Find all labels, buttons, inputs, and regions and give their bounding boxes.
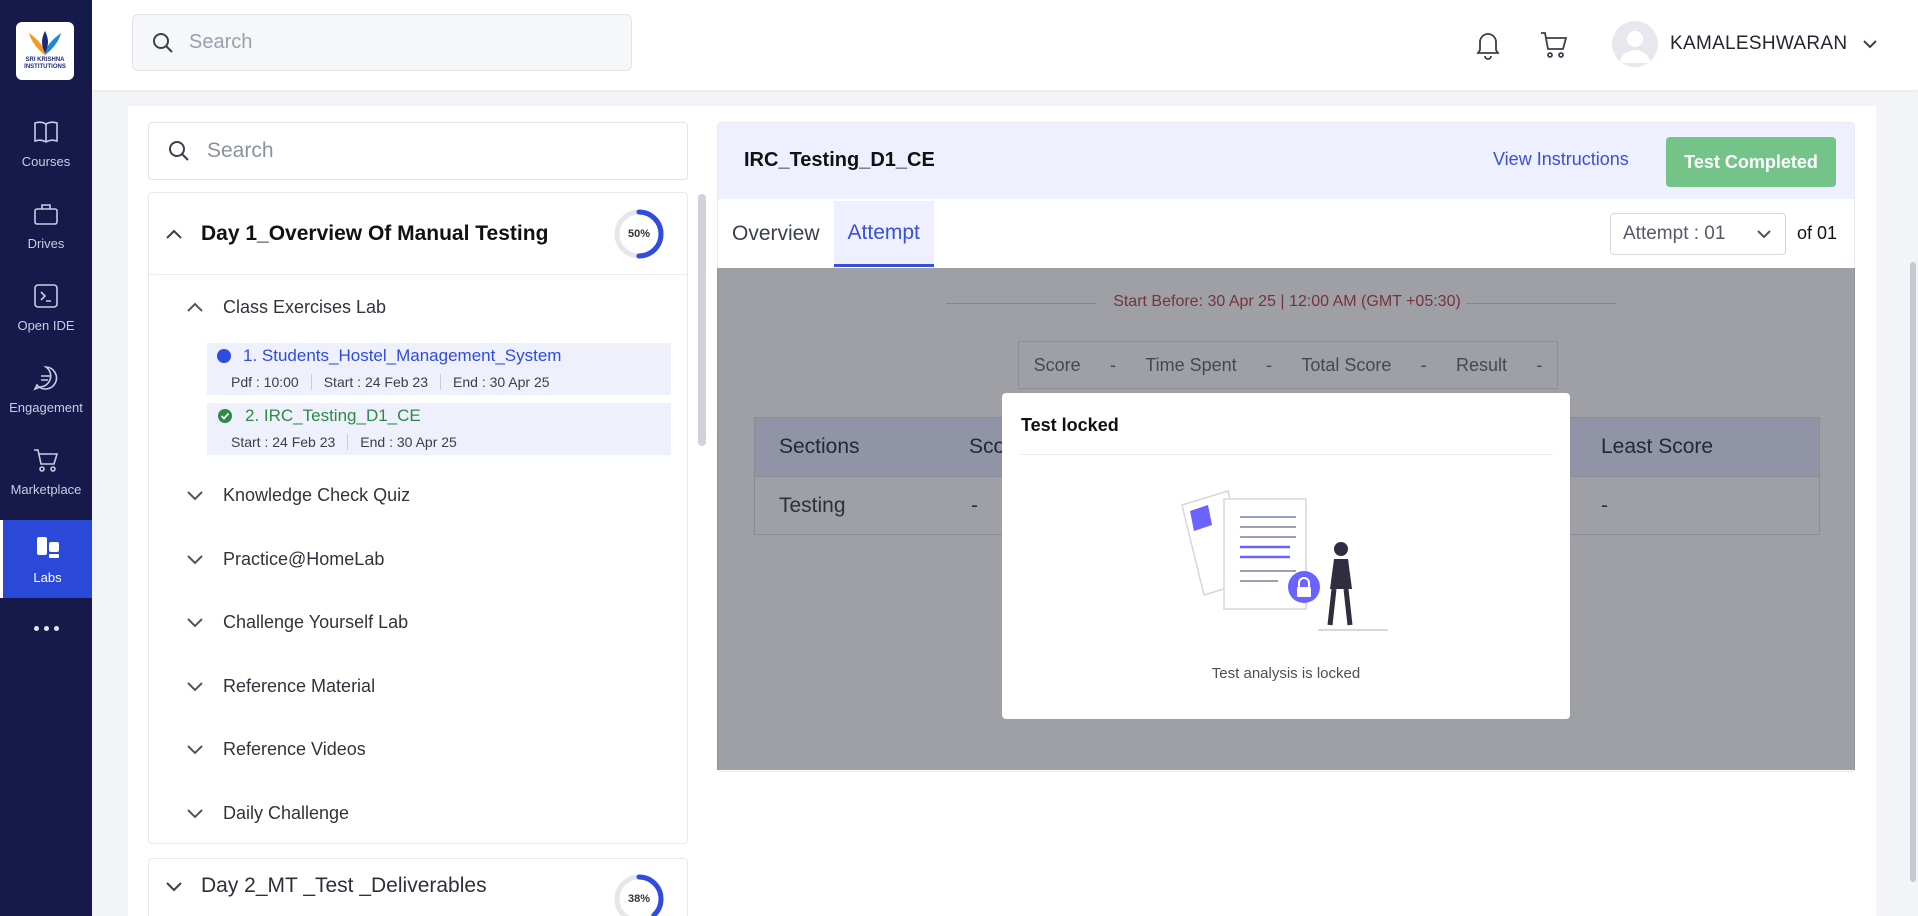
global-search <box>132 14 632 71</box>
lab-search-input[interactable] <box>207 139 647 163</box>
section-reference-videos[interactable]: Reference Videos <box>185 729 366 769</box>
user-name: KAMALESHWARAN <box>1670 33 1848 54</box>
view-instructions-link[interactable]: View Instructions <box>1493 149 1629 170</box>
day1-title: Day 1_Overview Of Manual Testing <box>201 221 549 245</box>
terminal-icon <box>34 283 58 308</box>
user-avatar-icon <box>1620 31 1650 63</box>
bell-icon <box>1476 33 1500 60</box>
nav-labs[interactable]: Labs <box>0 520 92 598</box>
check-circle-icon <box>218 409 232 423</box>
lab-search <box>148 122 688 180</box>
section-label: Class Exercises Lab <box>223 296 387 317</box>
sidebar: SRI KRISHNA INSTITUTIONS Courses Drives … <box>0 0 92 916</box>
day2-title: Day 2_MT _Test _Deliverables <box>201 874 487 897</box>
nav-label: Open IDE <box>17 317 75 333</box>
nav-marketplace[interactable]: Marketplace <box>0 432 92 510</box>
item-end: End : 30 Apr 25 <box>360 434 457 450</box>
status-dot-icon <box>217 349 231 363</box>
item-end: End : 30 Apr 25 <box>453 374 550 390</box>
nav-label: Labs <box>33 569 62 585</box>
nav-engagement[interactable]: Engagement <box>0 350 92 428</box>
search-icon <box>153 32 173 53</box>
user-menu[interactable]: KAMALESHWARAN <box>1612 18 1879 70</box>
modal-message: Test analysis is locked <box>1211 665 1361 682</box>
search-icon <box>169 141 189 161</box>
notifications-button[interactable] <box>1470 24 1506 64</box>
nav-label: Marketplace <box>10 481 82 497</box>
test-completed-button[interactable]: Test Completed <box>1666 137 1836 187</box>
list-item[interactable]: 2. IRC_Testing_D1_CE Start : 24 Feb 23 E… <box>207 403 671 455</box>
day1-progress-text: 50% <box>627 227 651 240</box>
tab-attempt[interactable]: Attempt <box>833 201 934 267</box>
section-daily-challenge[interactable]: Daily Challenge <box>185 793 349 833</box>
item-title: 2. IRC_Testing_D1_CE <box>245 406 421 425</box>
section-class-exercises[interactable]: Class Exercises Lab <box>185 287 386 327</box>
item-pdf: Pdf : 10:00 <box>231 374 299 390</box>
section-label: Daily Challenge <box>223 802 350 823</box>
attempt-of: of 01 <box>1797 223 1838 243</box>
section-label: Challenge Yourself Lab <box>223 611 409 632</box>
section-label: Knowledge Check Quiz <box>223 484 411 505</box>
left-scrollbar[interactable] <box>698 194 706 446</box>
day1-header[interactable]: Day 1_Overview Of Manual Testing 50% <box>149 193 687 275</box>
day1-panel: Day 1_Overview Of Manual Testing 50% Cla… <box>148 192 688 844</box>
nav-label: Engagement <box>9 399 83 415</box>
logo-mark-icon <box>29 31 61 55</box>
test-title: IRC_Testing_D1_CE <box>744 149 935 171</box>
nav-open-ide[interactable]: Open IDE <box>0 268 92 346</box>
logo[interactable]: SRI KRISHNA INSTITUTIONS <box>16 22 74 80</box>
day2-progress-text: 38% <box>627 893 651 905</box>
chevron-up-icon <box>166 229 182 239</box>
page-scrollbar[interactable] <box>1910 262 1916 882</box>
item-start: Start : 24 Feb 23 <box>323 374 429 390</box>
test-header: IRC_Testing_D1_CE View Instructions Test… <box>718 123 1854 199</box>
chat-icon <box>33 365 58 391</box>
nav-courses[interactable]: Courses <box>0 104 92 182</box>
section-label: Reference Material <box>223 675 376 696</box>
locked-document-illustration-icon <box>1181 490 1388 631</box>
tab-overview[interactable]: Overview <box>718 201 834 267</box>
modal-title: Test locked <box>1021 415 1119 435</box>
section-label: Practice@HomeLab <box>223 548 385 569</box>
labs-icon <box>36 536 59 558</box>
avatar <box>1612 21 1658 67</box>
global-search-input[interactable] <box>189 31 609 54</box>
chevron-down-icon <box>187 491 203 501</box>
test-locked-modal: Test locked Test analysis is locked <box>1002 393 1570 719</box>
topbar: KAMALESHWARAN <box>92 0 1918 90</box>
attempt-select-value: Attempt : 01 <box>1623 223 1726 244</box>
section-knowledge-check[interactable]: Knowledge Check Quiz <box>185 475 410 515</box>
chevron-down-icon <box>187 809 203 819</box>
chevron-down-icon <box>187 618 203 628</box>
day2-header[interactable]: Day 2_MT _Test _Deliverables 38% <box>148 858 688 916</box>
book-icon <box>34 120 58 143</box>
chevron-down-icon <box>166 882 182 892</box>
chevron-down-icon <box>187 745 203 755</box>
section-reference-material[interactable]: Reference Material <box>185 666 375 706</box>
nav-label: Courses <box>21 153 71 169</box>
section-practice[interactable]: Practice@HomeLab <box>185 539 384 579</box>
cart-button[interactable] <box>1536 24 1572 64</box>
day2-progress: 38% <box>613 873 665 916</box>
list-item[interactable]: 1. Students_Hostel_Management_System Pdf… <box>207 343 671 395</box>
cart-icon <box>1541 32 1568 58</box>
nav-label: Drives <box>27 235 65 251</box>
section-challenge[interactable]: Challenge Yourself Lab <box>185 602 408 642</box>
attempt-select[interactable]: Attempt : 01 <box>1610 213 1786 255</box>
tabs: Overview Attempt <box>718 201 934 267</box>
chevron-down-icon <box>187 682 203 692</box>
cart-icon <box>34 448 59 472</box>
section-label: Reference Videos <box>223 738 366 759</box>
day1-progress: 50% <box>613 208 665 260</box>
chevron-down-icon <box>1863 40 1878 49</box>
chevron-down-icon <box>187 555 203 565</box>
item-title: 1. Students_Hostel_Management_System <box>243 346 562 365</box>
chevron-up-icon <box>187 302 203 312</box>
more-icon[interactable] <box>0 612 92 644</box>
briefcase-icon <box>34 203 58 225</box>
logo-text: SRI KRISHNA INSTITUTIONS <box>24 57 66 70</box>
chevron-down-icon <box>1757 230 1771 239</box>
nav-drives[interactable]: Drives <box>0 186 92 264</box>
item-start: Start : 24 Feb 23 <box>231 434 336 450</box>
